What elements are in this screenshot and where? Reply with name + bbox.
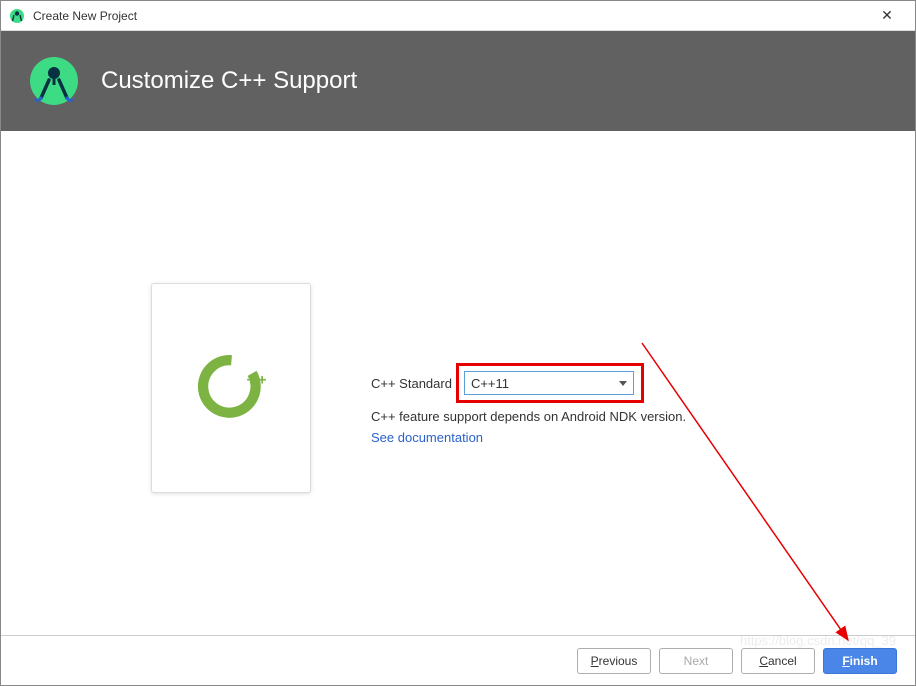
documentation-link[interactable]: See documentation [371,430,483,445]
wizard-header: Customize C++ Support [1,31,915,131]
cpp-standard-dropdown[interactable]: C++11 [464,371,634,395]
cpp-standard-row: C++ Standard C++11 [371,371,634,395]
previous-button[interactable]: Previous [577,648,651,674]
close-button[interactable]: ✕ [867,2,907,30]
android-studio-logo-icon [29,56,79,106]
cpp-illustration-card: + + [151,283,311,493]
window-title: Create New Project [33,9,867,23]
next-button: Next [659,648,733,674]
cancel-button[interactable]: Cancel [741,648,815,674]
dropdown-selected-value: C++11 [471,376,619,391]
android-studio-icon [9,8,25,24]
svg-text:+: + [257,372,266,389]
titlebar: Create New Project ✕ [1,1,915,31]
page-title: Customize C++ Support [101,67,357,95]
cpp-standard-label: C++ Standard [371,376,452,391]
content-area: + + C++ Standard C++11 C++ feature suppo… [1,131,915,635]
svg-text:+: + [246,372,255,389]
chevron-down-icon [619,381,627,386]
cpp-icon: + + [194,349,269,427]
wizard-footer: Previous Next Cancel Finish [1,635,915,685]
finish-button[interactable]: Finish [823,648,897,674]
help-text: C++ feature support depends on Android N… [371,409,686,424]
form-area: C++ Standard C++11 C++ feature support d… [371,331,875,445]
dialog-window: Create New Project ✕ Customize C++ Suppo… [0,0,916,686]
